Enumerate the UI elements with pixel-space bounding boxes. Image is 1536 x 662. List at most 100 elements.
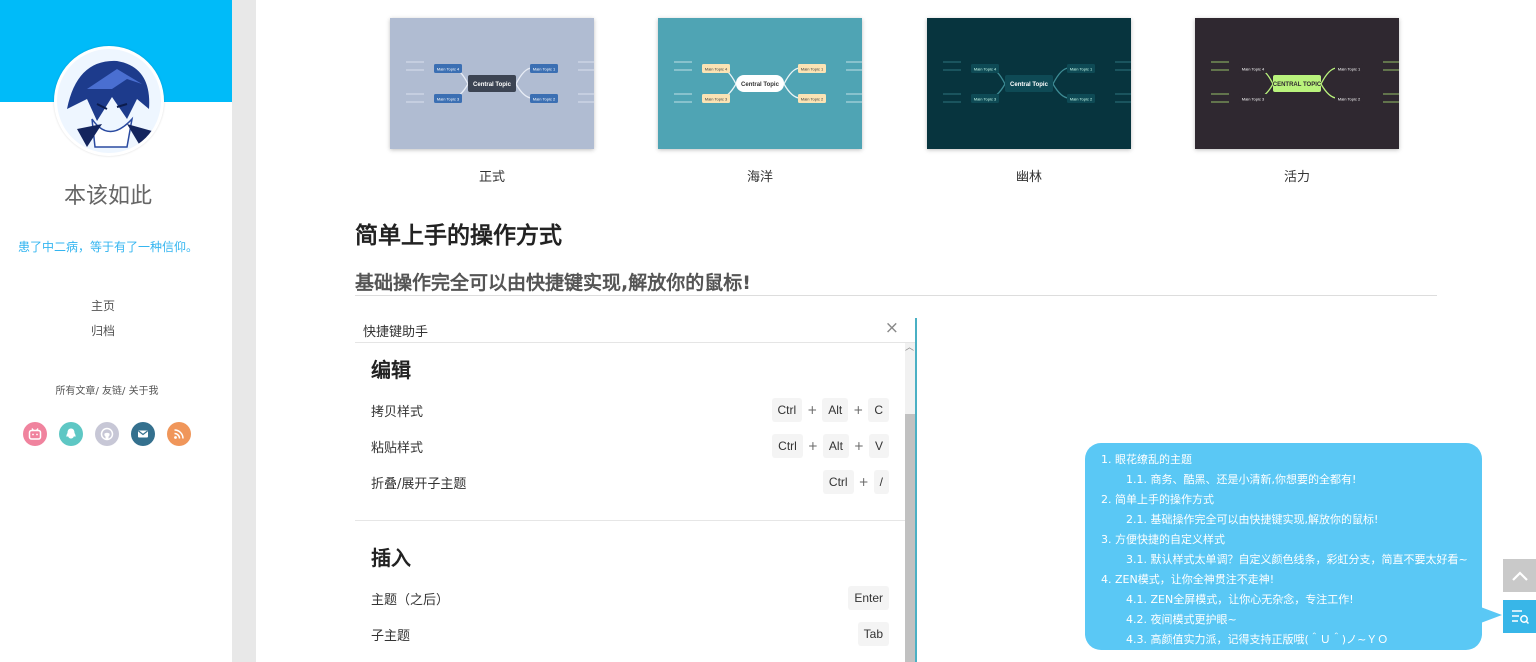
mindmap-preview: Main Topic 4 Main Topic 3 Main Topic 1 Main… [406,61,594,103]
avatar[interactable] [54,46,164,156]
main-topic-label: Main Topic 2 [1070,97,1093,102]
sidebar: 本该如此 患了中二病，等于有了一种信仰。 主页 归档 所有文章/ 友链/ 关于我 [0,0,232,662]
key-cap: Ctrl [771,398,803,422]
subtopic-line [846,93,862,103]
toc-item[interactable]: 3. 方便快捷的自定义样式 [1101,531,1225,547]
subtopic-line [674,61,692,71]
connector-line [1320,67,1338,85]
central-topic-label: Central Topic [473,82,512,88]
shortcut-label: 折叠/展开子主题 [371,476,467,492]
toc-pointer [1478,606,1502,624]
main-topic-label: Main Topic 3 [437,97,460,102]
theme-name: 海洋 [746,170,773,185]
theme-name: 幽林 [1015,170,1042,185]
theme-card[interactable]: Main Topic 4 Main Topic 3 Main Topic 1 Main… [390,18,594,185]
link-friends[interactable]: 友链 [102,386,122,397]
theme-thumbnail: Main Topic 4 Main Topic 3 Main Topic 1 Main… [390,18,594,149]
nav-archive[interactable]: 归档 [0,323,206,348]
link-separator: / [122,386,126,397]
toc-subitem[interactable]: 4.2. 夜间模式更护眼~ [1126,611,1237,627]
sidebar-sub-links: 所有文章/ 友链/ 关于我 [0,382,214,397]
shortcut-panel-title: 快捷键助手 [363,325,429,340]
shortcut-keys: Tab [857,622,889,646]
shortcut-row: 折叠/展开子主题 Ctrl + / [371,468,889,496]
central-topic-label: Central Topic [1010,82,1049,88]
key-cap: Alt [822,398,849,422]
theme-card[interactable]: Main Topic 4 Main Topic 3 Main Topic 1 Main… [927,18,1131,185]
toc-search-icon [1511,609,1529,624]
site-title: 本该如此 [63,184,152,209]
main-topic-label: Main Topic 3 [705,97,728,102]
theme-name: 正式 [478,170,505,185]
toc-item[interactable]: 4. ZEN模式，让你全神贯注不走神! [1101,571,1274,587]
toc-subitem[interactable]: 3.1. 默认样式太单调？自定义颜色线条，彩虹分支，简直不要太好看~ [1126,551,1468,567]
shortcut-keys: Ctrl + Alt + C [771,398,889,422]
mindmap-preview: Main Topic 4 Main Topic 3 Main Topic 1 Main… [1211,61,1399,103]
theme-card[interactable]: Main Topic 4 Main Topic 3 Main Topic 1 Main… [1195,18,1399,185]
main-topic-label: Main Topic 4 [974,67,997,72]
group-title-edit: 编辑 [371,358,411,382]
main-topic-label: Main Topic 3 [974,97,997,102]
email-icon[interactable] [131,422,155,446]
github-icon[interactable] [95,422,119,446]
main-topic-label: Main Topic 2 [801,97,824,102]
main-topic-label: Main Topic 1 [533,67,556,72]
main-topic-label: Main Topic 2 [533,97,556,102]
chevron-up-icon [1511,570,1528,581]
connector-line [783,83,801,99]
group-title-insert: 插入 [371,546,411,570]
key-cap: Ctrl [772,434,803,458]
subtopic-line [674,93,692,103]
subtopic-line [1383,61,1399,71]
link-about[interactable]: 关于我 [129,386,159,397]
shortcut-label: 子主题 [371,628,411,644]
theme-name: 活力 [1283,170,1310,185]
rss-icon[interactable] [167,422,191,446]
toc-subitem[interactable]: 1.1. 商务、酷黑、还是小清新,你想要的全都有! [1126,471,1356,487]
link-all-posts[interactable]: 所有文章 [55,386,95,397]
central-topic-label: Central Topic [741,82,780,88]
shortcut-panel-header: 快捷键助手 × [355,318,915,343]
table-of-contents: 1. 眼花缭乱的主题 1.1. 商务、酷黑、还是小清新,你想要的全都有! 2. 简单… [1085,443,1482,650]
key-cap: V [868,434,889,458]
qq-icon[interactable] [59,422,83,446]
main-topic-label: Main Topic 4 [705,67,728,72]
connector-line [1052,67,1070,85]
shortcut-keys: Ctrl + / [822,470,889,494]
toc-item[interactable]: 1. 眼花缭乱的主题 [1101,451,1192,467]
scrollbar-thumb[interactable] [905,414,915,662]
subtopic-line [406,93,424,103]
back-to-top-button[interactable] [1503,559,1536,592]
main-topic-label: Main Topic 1 [1070,67,1093,72]
toc-subitem[interactable]: 4.3. 高颜值实力派，记得支持正版哦(＾Ｕ＾)ノ~ＹＯ [1126,631,1388,647]
subtopic-line [578,93,594,103]
toc-toggle-button[interactable] [1503,600,1536,633]
main-topic-label: Main Topic 4 [1242,67,1265,72]
main-topic-label: Main Topic 2 [1338,97,1361,102]
key-cap: Tab [857,622,889,646]
toc-item[interactable]: 2. 简单上手的操作方式 [1101,491,1214,507]
subsection-heading: 基础操作完全可以由快捷键实现,解放你的鼠标! [355,272,751,294]
subtopic-line [1211,93,1229,103]
theme-card[interactable]: Main Topic 4 Main Topic 3 Main Topic 1 Main… [658,18,862,185]
section-heading: 简单上手的操作方式 [355,223,562,249]
connector-line [515,83,533,99]
bilibili-icon[interactable] [23,422,47,446]
subtopic-line [943,61,961,71]
link-separator: / [95,386,99,397]
close-icon[interactable]: × [885,318,899,338]
connector-line [515,67,533,85]
main-topic-label: Main Topic 4 [437,67,460,72]
subtopic-line [1115,93,1131,103]
subtopic-line [943,93,961,103]
toc-subitem[interactable]: 4.1. ZEN全屏模式，让你心无杂念，专注工作! [1126,591,1354,607]
scroll-up-icon[interactable]: ︿ [905,340,914,353]
key-cap: Alt [822,434,849,458]
theme-thumbnail: Main Topic 4 Main Topic 3 Main Topic 1 Main… [927,18,1131,149]
nav-home[interactable]: 主页 [0,298,206,323]
key-cap: C [868,398,889,422]
site-motto: 患了中二病，等于有了一种信仰。 [17,240,198,254]
shortcut-keys: Enter [848,586,889,610]
main-topic-label: Main Topic 1 [801,67,824,72]
toc-subitem[interactable]: 2.1. 基础操作完全可以由快捷键实现,解放你的鼠标! [1126,511,1378,527]
